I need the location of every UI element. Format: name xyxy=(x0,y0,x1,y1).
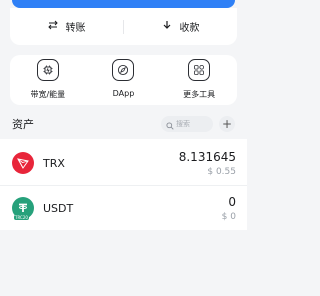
receive-label: 收款 xyxy=(179,23,200,34)
asset-amount: 8.131645 xyxy=(178,150,236,164)
tool-dapp[interactable]: DApp xyxy=(88,59,158,98)
asset-search[interactable] xyxy=(161,116,213,132)
usdt-logo-icon: TRC20 xyxy=(12,197,34,220)
search-input[interactable] xyxy=(174,120,210,128)
transfer-button[interactable]: 转账 xyxy=(10,19,123,34)
tool-label: 更多工具 xyxy=(183,90,216,99)
grid-apps-icon xyxy=(188,59,211,81)
tool-more-tools[interactable]: 更多工具 xyxy=(164,59,234,100)
tool-bandwidth-energy[interactable]: 带宽/能量 xyxy=(13,59,83,100)
assets-title: 资产 xyxy=(12,118,34,131)
transfer-label: 转账 xyxy=(65,23,86,34)
swap-arrows-icon xyxy=(47,20,58,33)
asset-row-usdt[interactable]: TRC20 USDT 0 $ 0 xyxy=(0,185,247,230)
download-arrow-icon xyxy=(162,20,172,33)
add-asset-button[interactable]: + xyxy=(219,116,235,132)
transfer-receive-card: 转账 收款 xyxy=(10,8,237,45)
asset-fiat-value: $ 0.55 xyxy=(207,167,236,177)
tools-card: 带宽/能量 DApp 更多工具 xyxy=(10,55,237,105)
asset-list: TRX 8.131645 $ 0.55 TRC20 USDT 0 $ 0 xyxy=(0,139,247,230)
trx-logo-icon xyxy=(12,152,34,174)
asset-symbol: USDT xyxy=(43,201,74,215)
trc20-tag: TRC20 xyxy=(14,215,29,220)
receive-button[interactable]: 收款 xyxy=(124,19,237,34)
assets-header: 资产 + xyxy=(12,114,235,134)
asset-symbol: TRX xyxy=(43,156,65,170)
compass-icon xyxy=(112,59,135,81)
energy-chip-icon xyxy=(36,59,59,81)
search-icon xyxy=(166,115,174,134)
asset-fiat-value: $ 0 xyxy=(221,212,236,222)
primary-action-band xyxy=(12,0,235,8)
tool-label: 带宽/能量 xyxy=(30,90,66,99)
tool-label: DApp xyxy=(112,89,135,98)
asset-amount: 0 xyxy=(228,195,236,209)
asset-row-trx[interactable]: TRX 8.131645 $ 0.55 xyxy=(0,141,247,185)
